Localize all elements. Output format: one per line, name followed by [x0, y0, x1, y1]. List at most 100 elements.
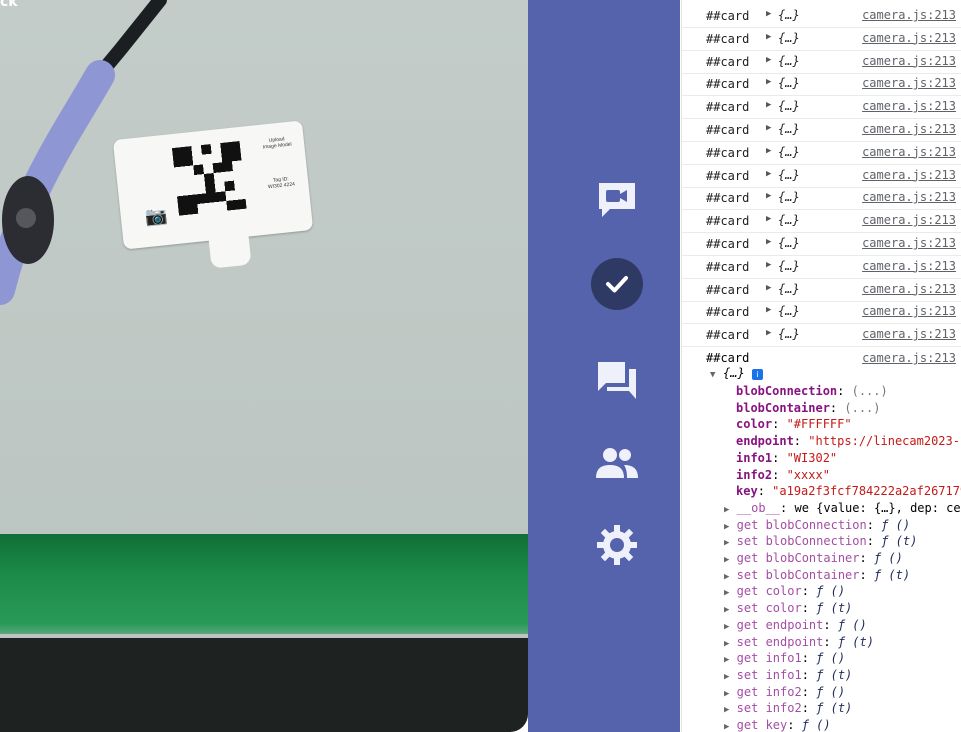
source-link[interactable]: camera.js:213	[862, 8, 956, 22]
source-link[interactable]: camera.js:213	[862, 145, 956, 159]
expand-triangle-icon: ▶	[724, 621, 730, 632]
expand-triangle-icon[interactable]: ▶	[766, 328, 771, 338]
devtools-console: ##card ▶ {…} camera.js:213 ##card ▶ {…} camera.…	[681, 0, 961, 732]
object-preview[interactable]: {…}	[778, 99, 800, 113]
object-preview[interactable]: {…}	[778, 54, 800, 68]
object-preview[interactable]: {…}	[778, 282, 800, 296]
expand-triangle-icon[interactable]: ▶	[766, 191, 771, 201]
ob-property[interactable]: ▶ __ob__: we {value: {…}, dep: ce,	[724, 501, 961, 515]
log-label: ##card	[706, 123, 750, 137]
expand-triangle-icon[interactable]: ▶	[766, 283, 771, 293]
object-preview[interactable]: {…}	[778, 213, 800, 227]
accessor-set-blobContainer[interactable]: ▶ set blobContainer: ƒ (t)	[724, 568, 910, 582]
source-link[interactable]: camera.js:213	[862, 122, 956, 136]
object-preview[interactable]: {…}	[778, 31, 800, 45]
log-label: ##card	[706, 305, 750, 320]
dark-floor	[0, 638, 528, 732]
source-link[interactable]: camera.js:213	[862, 282, 956, 296]
console-row[interactable]: ##card ▶ {…} camera.js:213	[682, 256, 961, 279]
expand-triangle-icon[interactable]: ▶	[766, 214, 771, 224]
expand-triangle-icon[interactable]: ▶	[766, 146, 771, 156]
source-link[interactable]: camera.js:213	[862, 31, 956, 45]
expand-triangle-icon[interactable]: ▶	[766, 77, 771, 87]
expand-triangle-icon[interactable]: ▶	[766, 169, 771, 179]
source-link[interactable]: camera.js:213	[862, 76, 956, 90]
expand-triangle-icon[interactable]: ▶	[766, 123, 771, 133]
tag-card-text: Upload Image Model	[262, 136, 292, 151]
source-link[interactable]: camera.js:213	[862, 351, 956, 365]
source-link[interactable]: camera.js:213	[862, 327, 956, 341]
expand-triangle-icon: ▶	[724, 671, 730, 682]
source-link[interactable]: camera.js:213	[862, 99, 956, 113]
console-row[interactable]: ##card ▶ {…} camera.js:213	[682, 73, 961, 97]
log-label: ##card	[706, 214, 750, 229]
console-row[interactable]: ##card ▶ {…} camera.js:213	[682, 142, 961, 165]
log-label: ##card	[706, 351, 750, 365]
object-preview[interactable]: {…}	[778, 236, 800, 250]
console-row[interactable]: ##card ▶ {…} camera.js:213	[682, 165, 961, 188]
console-row[interactable]: ##card ▶ {…} camera.js:213	[682, 233, 961, 256]
property-blobConnection: blobConnection: (...)	[736, 384, 888, 398]
expand-triangle-icon[interactable]: ▼	[710, 370, 715, 380]
info-badge[interactable]: i	[752, 367, 763, 381]
accessor-get-color[interactable]: ▶ get color: ƒ ()	[724, 584, 845, 598]
expand-triangle-icon[interactable]: ▶	[766, 237, 771, 247]
accessor-get-info2[interactable]: ▶ get info2: ƒ ()	[724, 685, 845, 699]
console-row[interactable]: ##card ▶ {…} camera.js:213	[682, 279, 961, 302]
chat-icon[interactable]	[594, 357, 640, 403]
checkmark-icon[interactable]	[594, 261, 640, 307]
accessor-set-blobConnection[interactable]: ▶ set blobConnection: ƒ (t)	[724, 534, 917, 548]
console-row[interactable]: ##card ▶ {…} camera.js:213	[682, 119, 961, 142]
object-preview[interactable]: {…}	[778, 8, 800, 22]
object-preview[interactable]: {…}	[778, 76, 800, 90]
console-row[interactable]: ##card ▶ {…} camera.js:213	[682, 187, 961, 211]
accessor-set-info2[interactable]: ▶ set info2: ƒ (t)	[724, 701, 852, 715]
log-label: ##card	[706, 54, 750, 69]
console-row[interactable]: ##card ▶ {…} camera.js:213	[682, 301, 961, 325]
expand-triangle-icon: ▶	[724, 605, 730, 616]
property-blobContainer: blobContainer: (...)	[736, 400, 881, 415]
expand-triangle-icon[interactable]: ▶	[766, 100, 771, 110]
accessor-get-key[interactable]: ▶ get key: ƒ ()	[724, 718, 831, 732]
accessor-get-endpoint[interactable]: ▶ get endpoint: ƒ ()	[724, 618, 867, 632]
accessor-get-info1[interactable]: ▶ get info1: ƒ ()	[724, 651, 845, 665]
object-preview[interactable]: {…}	[778, 327, 800, 341]
console-row[interactable]: ##card ▶ {…} camera.js:213	[682, 5, 961, 28]
object-preview[interactable]: {…}	[778, 122, 800, 136]
log-label: ##card	[706, 328, 750, 343]
video-camera-icon[interactable]	[594, 176, 640, 222]
object-preview[interactable]: {…}	[723, 366, 745, 380]
object-preview[interactable]: {…}	[778, 304, 800, 318]
accessor-set-info1[interactable]: ▶ set info1: ƒ (t)	[724, 668, 852, 682]
expand-triangle-icon[interactable]: ▶	[766, 32, 771, 42]
settings-icon[interactable]	[594, 522, 640, 568]
expand-triangle-icon: ▶	[724, 504, 730, 515]
source-link[interactable]: camera.js:213	[862, 190, 956, 204]
expand-triangle-icon[interactable]: ▶	[766, 260, 771, 270]
expand-triangle-icon[interactable]: ▶	[766, 9, 771, 19]
object-preview[interactable]: {…}	[778, 190, 800, 204]
object-preview[interactable]: {…}	[778, 145, 800, 159]
expand-triangle-icon[interactable]: ▶	[766, 305, 771, 315]
property-key: key: "a19a2f3fcf784222a2af267179d	[736, 484, 961, 499]
people-icon[interactable]	[594, 440, 640, 486]
object-preview[interactable]: {…}	[778, 168, 800, 182]
accessor-set-color[interactable]: ▶ set color: ƒ (t)	[724, 601, 852, 615]
source-link[interactable]: camera.js:213	[862, 213, 956, 227]
source-link[interactable]: camera.js:213	[862, 259, 956, 273]
source-link[interactable]: camera.js:213	[862, 54, 956, 68]
console-row[interactable]: ##card ▶ {…} camera.js:213	[682, 51, 961, 74]
accessor-get-blobContainer[interactable]: ▶ get blobContainer: ƒ ()	[724, 551, 903, 565]
log-label: ##card	[706, 237, 750, 251]
console-row[interactable]: ##card ▶ {…} camera.js:213	[682, 28, 961, 51]
source-link[interactable]: camera.js:213	[862, 236, 956, 250]
console-row[interactable]: ##card ▶ {…} camera.js:213	[682, 210, 961, 234]
source-link[interactable]: camera.js:213	[862, 304, 956, 318]
accessor-set-endpoint[interactable]: ▶ set endpoint: ƒ (t)	[724, 635, 874, 649]
source-link[interactable]: camera.js:213	[862, 168, 956, 182]
console-row[interactable]: ##card ▶ {…} camera.js:213	[682, 96, 961, 120]
accessor-get-blobConnection[interactable]: ▶ get blobConnection: ƒ ()	[724, 518, 910, 532]
expand-triangle-icon[interactable]: ▶	[766, 55, 771, 65]
console-row[interactable]: ##card ▶ {…} camera.js:213	[682, 324, 961, 348]
object-preview[interactable]: {…}	[778, 259, 800, 273]
